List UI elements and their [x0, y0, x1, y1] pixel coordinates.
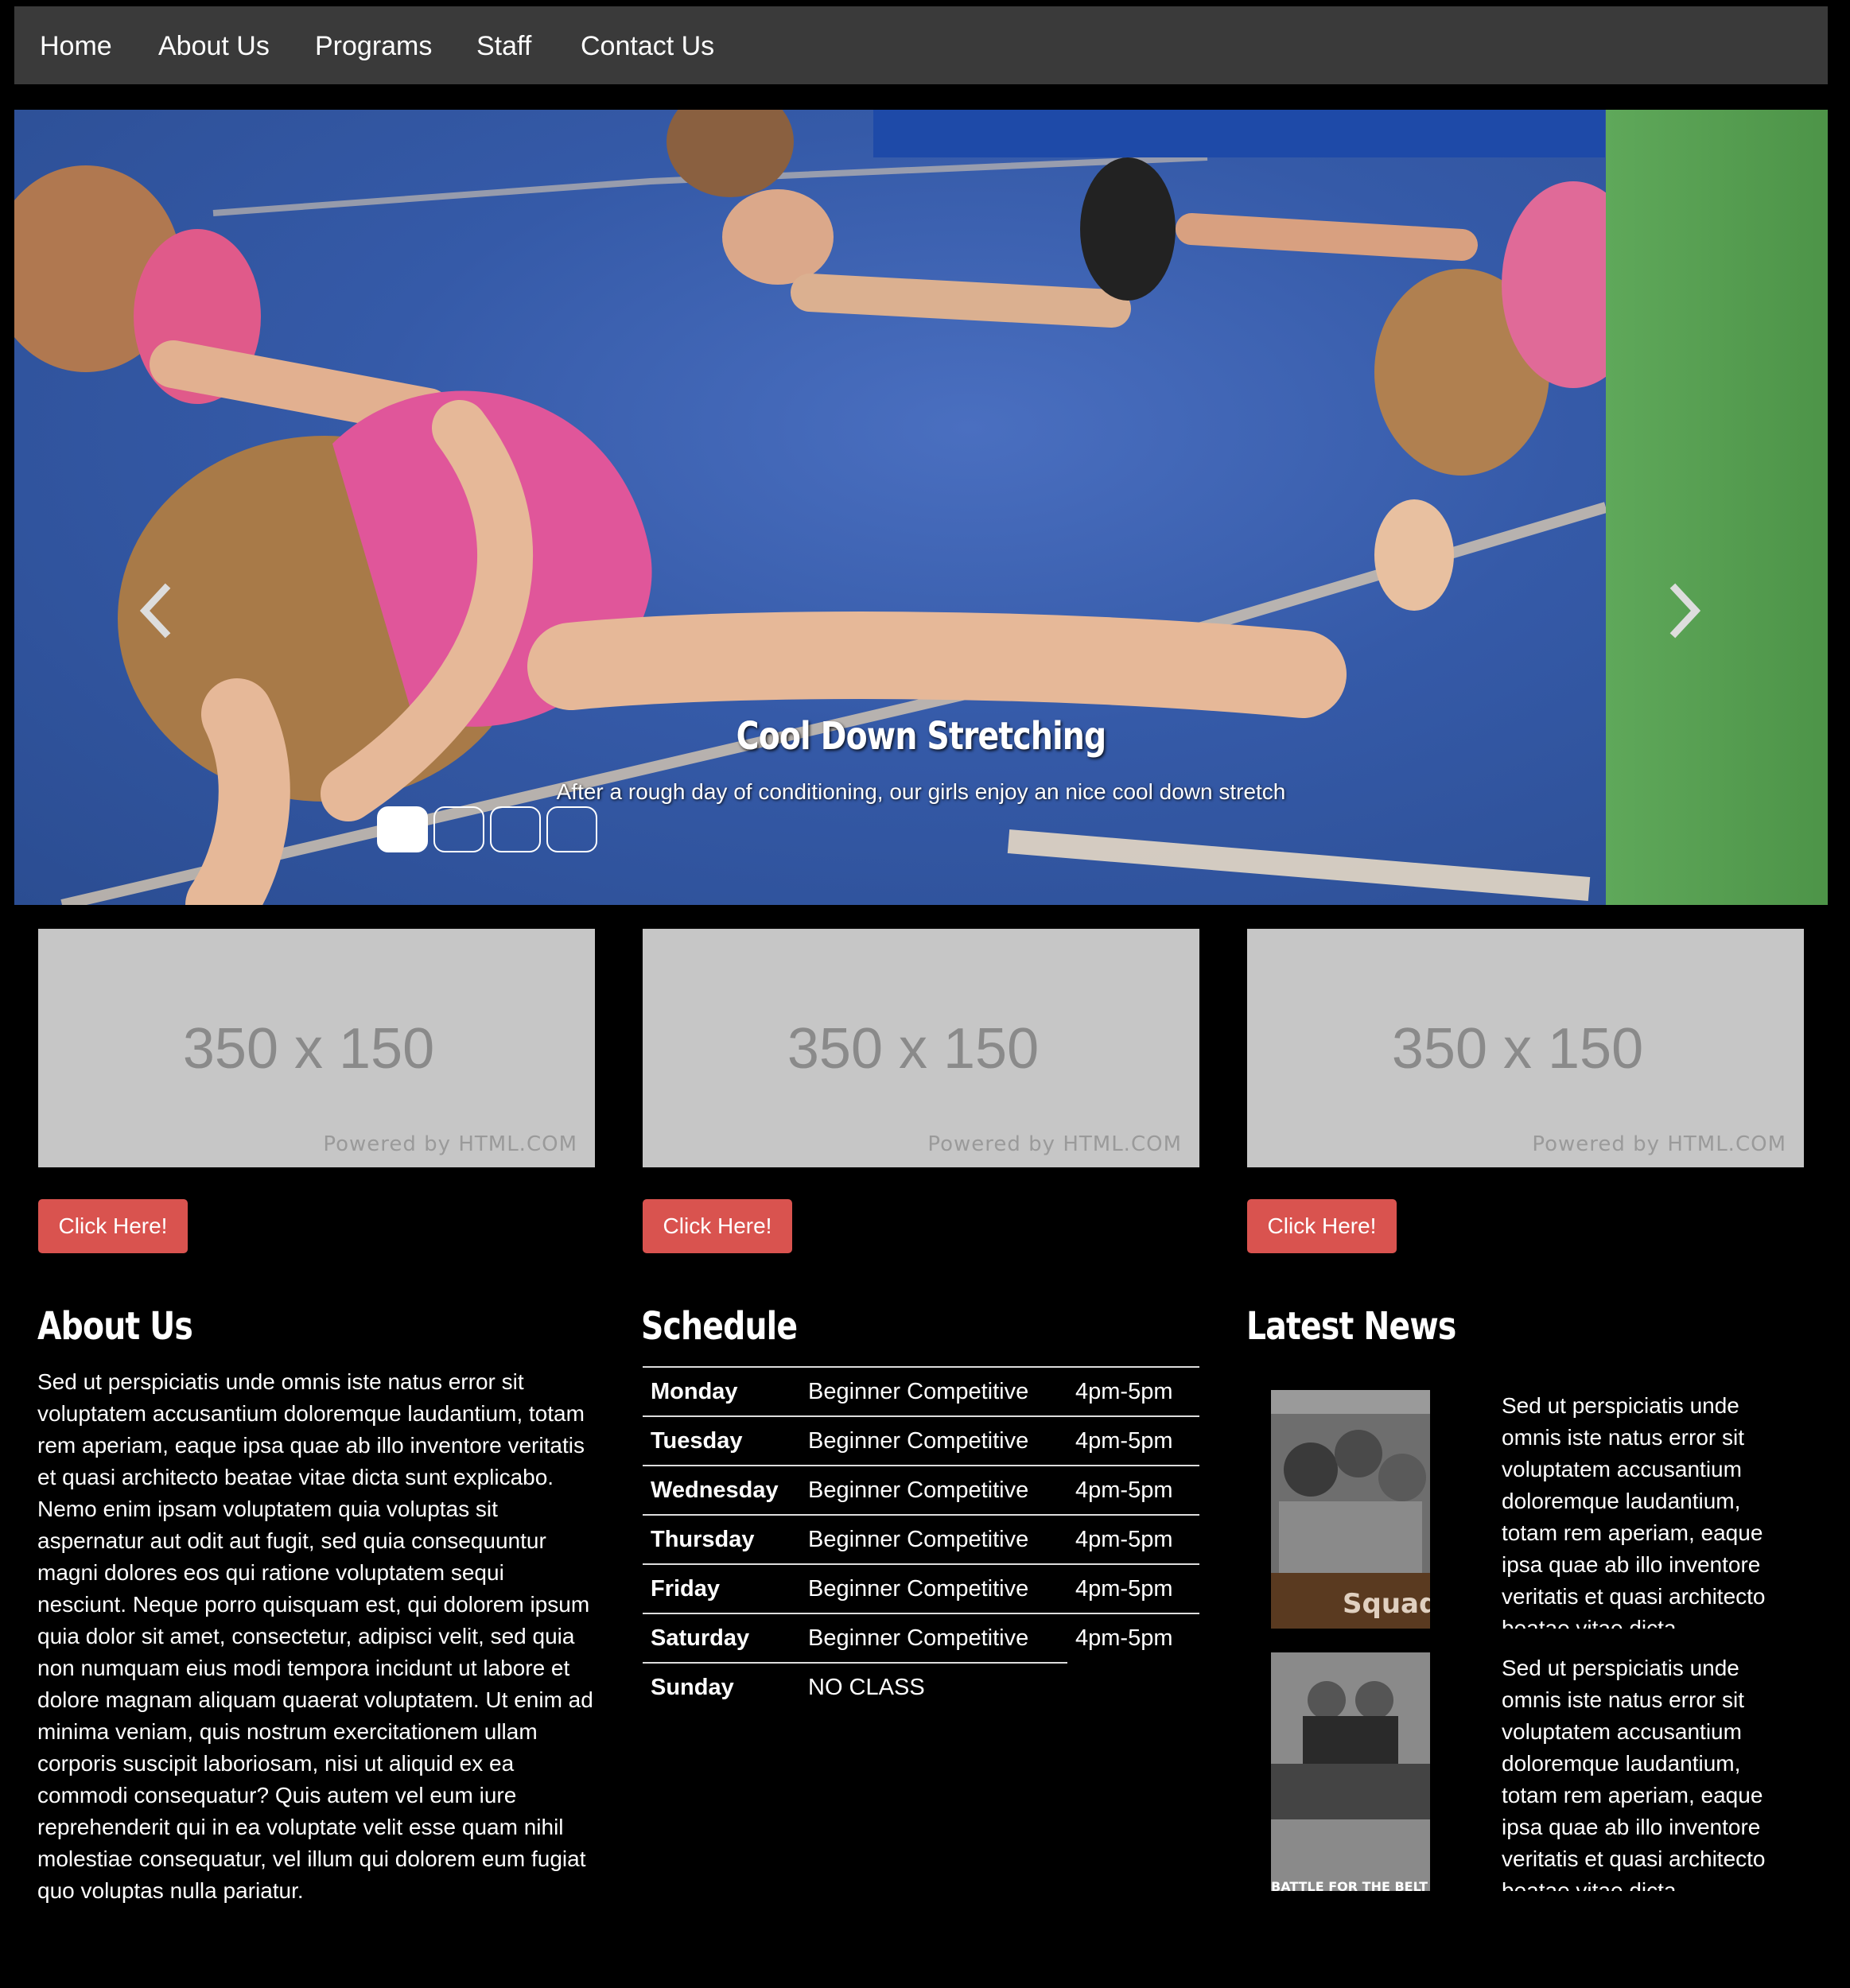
click-here-button-1[interactable]: Click Here!	[38, 1199, 188, 1253]
nav-programs[interactable]: Programs	[315, 6, 432, 84]
schedule-row: Thursday Beginner Competitive 4pm-5pm	[643, 1514, 1199, 1564]
schedule-row: Saturday Beginner Competitive 4pm-5pm	[643, 1613, 1199, 1663]
schedule-time: 4pm-5pm	[1067, 1465, 1199, 1515]
squad-photo: Squad	[1271, 1390, 1430, 1629]
schedule-class: Beginner Competitive	[800, 1563, 1067, 1613]
schedule-class: Beginner Competitive	[800, 1514, 1067, 1564]
news-image-text: BATTLE FOR THE BELT WINNERS	[1271, 1879, 1430, 1891]
indicator-3[interactable]	[490, 806, 541, 852]
news-text: Sed ut perspiciatis unde omnis iste natu…	[1502, 1656, 1766, 1891]
news-item: Squad Sed ut perspiciatis unde omnis ist…	[1271, 1390, 1780, 1629]
schedule-time: 4pm-5pm	[1067, 1563, 1199, 1613]
placeholder-size-label: 350 x 150	[1391, 1017, 1644, 1081]
about-heading: About Us	[37, 1304, 193, 1349]
placeholder-image-2: 350 x 150 Powered by HTML.COM	[643, 929, 1199, 1167]
schedule-table: Monday Beginner Competitive 4pm-5pm Tues…	[643, 1366, 1199, 1711]
schedule-time: 4pm-5pm	[1067, 1613, 1199, 1663]
carousel-next-button[interactable]	[1661, 579, 1708, 643]
winners-photo: BATTLE FOR THE BELT WINNERS	[1271, 1652, 1430, 1891]
schedule-row: Tuesday Beginner Competitive 4pm-5pm	[643, 1415, 1199, 1466]
schedule-day: Friday	[643, 1563, 800, 1613]
news-heading: Latest News	[1246, 1304, 1456, 1349]
powered-by-label: Powered by HTML.COM	[927, 1132, 1182, 1156]
news-thumbnail[interactable]: Squad	[1271, 1390, 1430, 1629]
about-paragraph: Sed ut perspiciatis unde omnis iste natu…	[37, 1369, 593, 1903]
schedule-row: Sunday NO CLASS	[643, 1662, 1199, 1711]
schedule-heading: Schedule	[641, 1304, 798, 1349]
placeholder-image-3: 350 x 150 Powered by HTML.COM	[1247, 929, 1804, 1167]
schedule-row: Friday Beginner Competitive 4pm-5pm	[643, 1563, 1199, 1613]
schedule-row: Monday Beginner Competitive 4pm-5pm	[643, 1366, 1199, 1416]
chevron-right-icon	[1669, 583, 1701, 639]
schedule-class: Beginner Competitive	[800, 1415, 1067, 1466]
indicator-1[interactable]	[377, 806, 428, 852]
schedule-time: 4pm-5pm	[1067, 1366, 1199, 1416]
news-text: Sed ut perspiciatis unde omnis iste natu…	[1502, 1393, 1766, 1629]
placeholder-image-1: 350 x 150 Powered by HTML.COM	[38, 929, 595, 1167]
chevron-left-icon	[139, 583, 171, 639]
placeholder-size-label: 350 x 150	[182, 1017, 435, 1081]
nav-about-us[interactable]: About Us	[158, 6, 270, 84]
schedule-day: Tuesday	[643, 1415, 800, 1466]
nav-home[interactable]: Home	[40, 6, 112, 84]
powered-by-label: Powered by HTML.COM	[323, 1132, 577, 1156]
carousel-prev-button[interactable]	[132, 579, 180, 643]
placeholder-size-label: 350 x 150	[787, 1017, 1040, 1081]
slide-caption: After a rough day of conditioning, our g…	[556, 779, 1286, 804]
click-here-button-3[interactable]: Click Here!	[1247, 1199, 1397, 1253]
powered-by-label: Powered by HTML.COM	[1532, 1132, 1786, 1156]
schedule-day: Wednesday	[643, 1465, 800, 1515]
click-here-button-2[interactable]: Click Here!	[643, 1199, 792, 1253]
news-thumbnail[interactable]: BATTLE FOR THE BELT WINNERS	[1271, 1652, 1430, 1891]
top-navbar: Home About Us Programs Staff Contact Us	[14, 6, 1828, 84]
schedule-time	[1067, 1663, 1199, 1711]
indicator-4[interactable]	[546, 806, 597, 852]
news-item: BATTLE FOR THE BELT WINNERS Sed ut persp…	[1271, 1652, 1780, 1891]
indicator-2[interactable]	[433, 806, 484, 852]
schedule-day: Thursday	[643, 1514, 800, 1564]
schedule-time: 4pm-5pm	[1067, 1514, 1199, 1564]
schedule-class: Beginner Competitive	[800, 1366, 1067, 1416]
nav-contact-us[interactable]: Contact Us	[581, 6, 714, 84]
slide-title: Cool Down Stretching	[736, 714, 1107, 759]
schedule-class: NO CLASS	[800, 1662, 1067, 1711]
schedule-class: Beginner Competitive	[800, 1465, 1067, 1515]
schedule-day: Sunday	[643, 1662, 800, 1711]
news-image-text: Squad	[1343, 1588, 1430, 1620]
schedule-day: Saturday	[643, 1613, 800, 1663]
nav-staff[interactable]: Staff	[476, 6, 531, 84]
schedule-row: Wednesday Beginner Competitive 4pm-5pm	[643, 1465, 1199, 1515]
schedule-day: Monday	[643, 1366, 800, 1416]
hero-carousel: Cool Down Stretching After a rough day o…	[14, 110, 1828, 905]
schedule-class: Beginner Competitive	[800, 1613, 1067, 1663]
schedule-time: 4pm-5pm	[1067, 1415, 1199, 1466]
